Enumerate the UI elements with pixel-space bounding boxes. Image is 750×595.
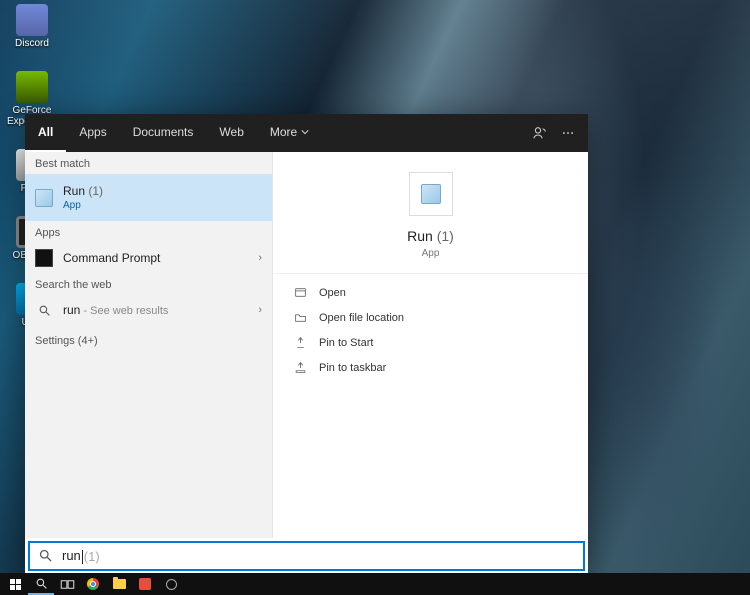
chrome-icon [87,578,99,590]
action-pin-to-taskbar[interactable]: Pin to taskbar [273,355,588,380]
action-label: Pin to Start [319,337,373,349]
action-label: Open file location [319,312,404,324]
tab-more[interactable]: More [257,114,322,152]
action-label: Open [319,287,346,299]
task-view-button[interactable] [54,573,80,595]
result-title: Command Prompt [63,251,160,265]
chevron-right-icon: › [258,252,262,264]
result-count: (1) [88,184,103,198]
detail-name: Run [407,228,433,244]
open-icon [291,286,309,299]
detail-app-icon [409,172,453,216]
taskbar-app-explorer[interactable] [106,573,132,595]
text-caret [82,550,83,564]
folder-open-icon [291,311,309,324]
desktop-icon-label: Discord [15,38,49,49]
action-open[interactable]: Open [273,280,588,305]
tab-apps[interactable]: Apps [66,114,119,152]
taskbar [0,573,750,595]
taskbar-app-chrome[interactable] [80,573,106,595]
command-prompt-icon [35,249,53,267]
section-header-best-match: Best match [25,152,272,174]
result-app-command-prompt[interactable]: Command Prompt › [25,243,272,273]
result-title: run - See web results [63,303,168,317]
nvidia-icon [16,71,48,103]
action-label: Pin to taskbar [319,362,386,374]
feedback-icon[interactable] [528,121,552,145]
tab-web[interactable]: Web [206,114,256,152]
search-typed-text: run [62,548,84,564]
result-best-match-run[interactable]: Run (1) App [25,174,272,221]
detail-title: Run (1) [407,228,454,244]
search-detail-pane: Run (1) App Open Open file location Pin … [273,152,588,538]
section-header-search-web: Search the web [25,273,272,295]
more-options-icon[interactable] [556,121,580,145]
web-term: run [63,303,80,317]
search-autocomplete-hint: (1) [84,549,100,564]
section-header-settings[interactable]: Settings (4+) [25,325,272,351]
result-web-run[interactable]: run - See web results › [25,295,272,325]
search-input[interactable]: run (1) [28,541,585,571]
action-pin-to-start[interactable]: Pin to Start [273,330,588,355]
taskbar-app-generic[interactable] [132,573,158,595]
run-icon [35,189,53,207]
detail-header: Run (1) App [273,152,588,274]
web-suffix: - See web results [80,305,168,317]
app-icon [139,578,151,590]
start-button[interactable] [2,573,28,595]
folder-icon [113,579,126,589]
typed-chars: run [62,548,81,563]
detail-action-list: Open Open file location Pin to Start Pin… [273,274,588,386]
taskbar-app-generic2[interactable] [158,573,184,595]
detail-type: App [422,248,440,259]
result-type: App [63,200,103,211]
tab-more-label: More [270,125,297,139]
app-icon [166,579,177,590]
tab-documents[interactable]: Documents [120,114,207,152]
start-search-panel: All Apps Documents Web More Best match [25,114,588,574]
result-name: Run [63,184,85,198]
desktop-icon-discord[interactable]: Discord [4,4,60,49]
windows-logo-icon [10,579,21,590]
section-header-apps: Apps [25,221,272,243]
tab-all[interactable]: All [25,114,66,152]
search-results-list: Best match Run (1) App Apps Command Prom… [25,152,273,538]
action-open-file-location[interactable]: Open file location [273,305,588,330]
detail-count: (1) [437,228,454,244]
taskbar-search-button[interactable] [28,573,54,595]
run-icon [421,184,441,204]
search-icon [35,301,53,319]
discord-icon [16,4,48,36]
search-icon [38,548,54,564]
result-title: Run (1) [63,184,103,198]
chevron-right-icon: › [258,304,262,316]
pin-taskbar-icon [291,361,309,374]
chevron-down-icon [301,125,309,139]
search-filter-tabs: All Apps Documents Web More [25,114,588,152]
pin-start-icon [291,336,309,349]
